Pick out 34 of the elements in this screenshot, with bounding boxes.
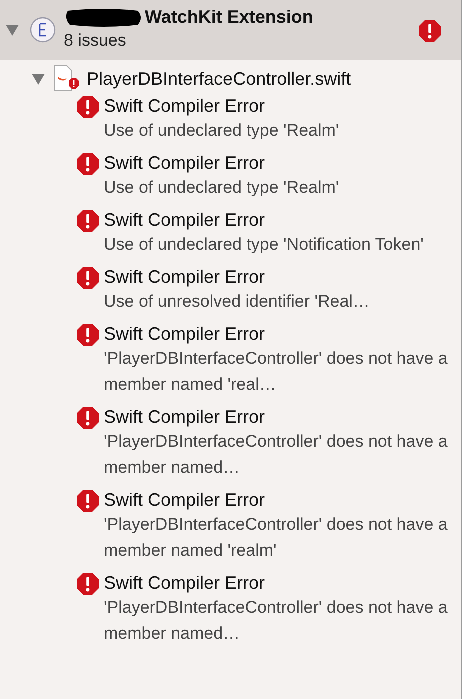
target-row[interactable]: WatchKit Extension 8 issues [0, 0, 461, 60]
issue-title[interactable]: Swift Compiler Error [104, 322, 266, 346]
issue-message: 'PlayerDBInterfaceController' does not have a member named 'real… [104, 348, 449, 396]
extension-icon [30, 17, 56, 43]
error-icon [77, 267, 99, 289]
issue-message: Use of undeclared type 'Realm' [104, 120, 340, 142]
error-icon [77, 490, 99, 512]
disclosure-triangle-icon[interactable] [6, 24, 19, 36]
disclosure-triangle-icon[interactable] [32, 74, 45, 84]
issue-title[interactable]: Swift Compiler Error [104, 488, 266, 512]
issue-title[interactable]: Swift Compiler Error [104, 265, 266, 289]
error-icon [77, 407, 99, 429]
target-name: WatchKit Extension [145, 7, 314, 28]
file-name: PlayerDBInterfaceController.swift [87, 68, 352, 90]
error-icon [419, 20, 441, 42]
error-icon [77, 573, 99, 595]
error-icon [77, 153, 99, 175]
issue-title[interactable]: Swift Compiler Error [104, 571, 266, 595]
error-icon [77, 96, 99, 118]
swift-file-error-icon [53, 65, 79, 93]
file-row[interactable]: PlayerDBInterfaceController.swift [0, 64, 461, 94]
issue-message: 'PlayerDBInterfaceController' does not have a member named… [104, 431, 449, 479]
issue-message: Use of undeclared type 'Realm' [104, 177, 340, 199]
issue-message: 'PlayerDBInterfaceController' does not have a member named 'realm' [104, 514, 449, 562]
issue-title[interactable]: Swift Compiler Error [104, 405, 266, 429]
issue-message: Use of unresolved identifier 'Real… [104, 291, 371, 313]
issue-message: Use of undeclared type 'Notification Token' [104, 234, 425, 256]
issue-title[interactable]: Swift Compiler Error [104, 208, 266, 232]
issue-title[interactable]: Swift Compiler Error [104, 151, 266, 175]
issue-count: 8 issues [64, 31, 128, 51]
error-icon [77, 324, 99, 346]
issue-message: 'PlayerDBInterfaceController' does not have a member named… [104, 597, 449, 645]
issue-title[interactable]: Swift Compiler Error [104, 94, 266, 118]
error-icon [77, 210, 99, 232]
